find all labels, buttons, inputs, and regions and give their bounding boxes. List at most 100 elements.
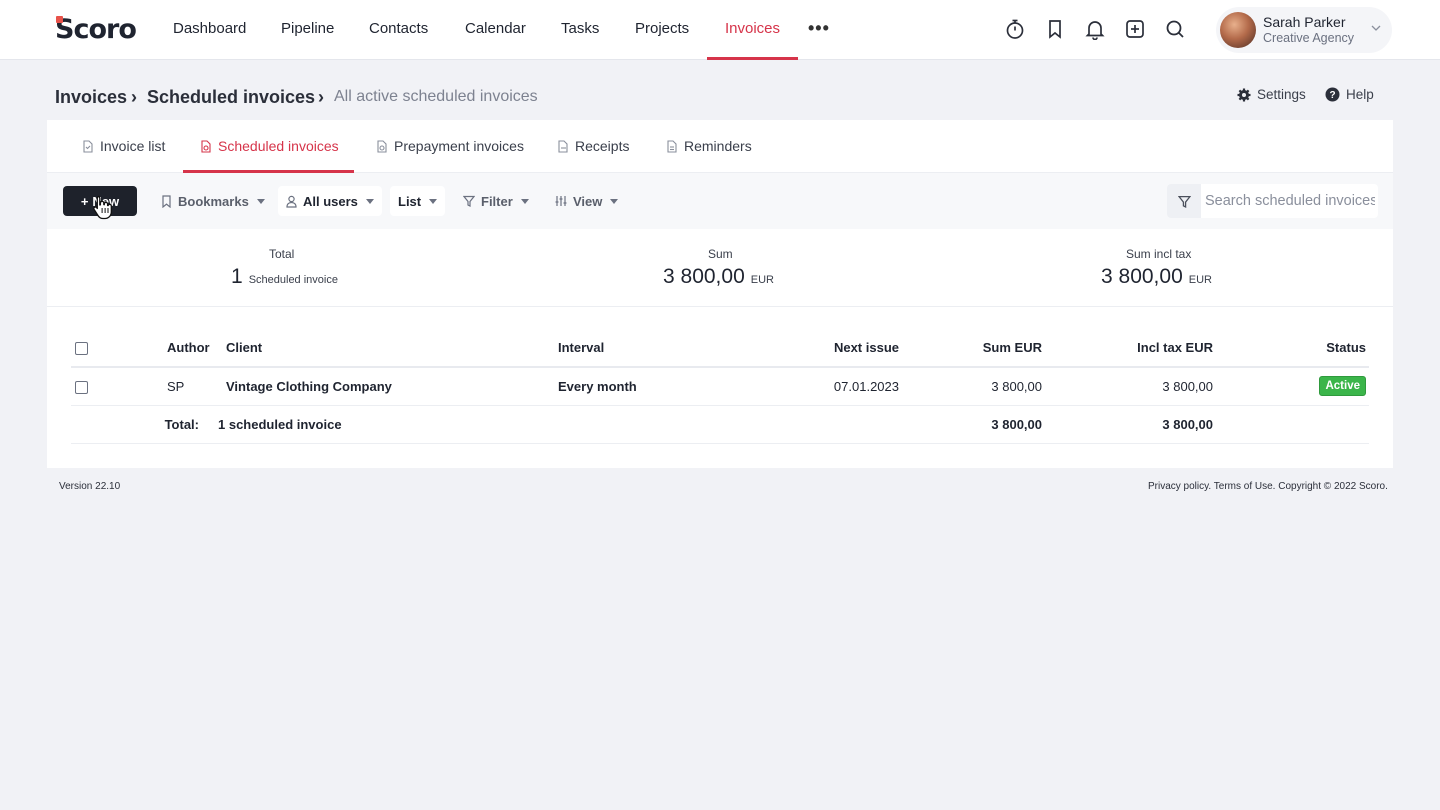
receipt-icon: [558, 139, 568, 153]
summary-sum: 3 800,00 EUR: [663, 265, 774, 289]
row-author: SP: [167, 367, 217, 406]
bookmark-icon[interactable]: [1044, 18, 1066, 40]
breadcrumb-separator: ›: [318, 87, 324, 107]
reminder-icon: [667, 139, 677, 153]
nav-tasks[interactable]: Tasks: [561, 20, 599, 37]
summary-bar: Total 1 Scheduled invoice Sum 3 800,00 E…: [47, 229, 1393, 307]
view-dropdown[interactable]: View: [547, 186, 626, 216]
tab-invoice-list[interactable]: Invoice list: [82, 138, 165, 154]
user-icon: [286, 195, 297, 208]
row-client[interactable]: Vintage Clothing Company: [217, 367, 558, 406]
breadcrumb-scheduled-invoices[interactable]: Scheduled invoices: [147, 87, 315, 108]
chevron-down-icon: [520, 198, 529, 204]
header-sum[interactable]: Sum EUR: [899, 329, 1042, 368]
chevron-down-icon: [1371, 25, 1381, 31]
tab-label: Receipts: [575, 138, 630, 154]
tab-prepayment-invoices[interactable]: Prepayment invoices: [376, 138, 524, 154]
legal-links[interactable]: Privacy policy. Terms of Use. Copyright …: [1148, 481, 1388, 492]
nav-invoices[interactable]: Invoices: [725, 20, 780, 37]
filter-icon: [463, 195, 475, 207]
summary-sum-unit: EUR: [750, 274, 774, 286]
chevron-down-icon: [256, 198, 265, 204]
hand-cursor-icon: [93, 195, 112, 220]
plus-icon: +: [80, 193, 89, 209]
bookmarks-label: Bookmarks: [178, 193, 249, 209]
tab-bar: Invoice list Scheduled invoices Prepayme…: [47, 120, 1393, 173]
summary-total-label: Total: [269, 247, 295, 261]
user-name: Sarah Parker: [1263, 14, 1346, 30]
select-all-cell: [71, 329, 117, 368]
more-menu-icon[interactable]: •••: [808, 18, 830, 39]
scoro-logo[interactable]: Scoro: [55, 14, 137, 45]
breadcrumb-invoices[interactable]: Invoices: [55, 87, 127, 108]
settings-link[interactable]: Settings: [1237, 87, 1306, 102]
total-incl-tax: 3 800,00: [1042, 405, 1213, 444]
chevron-down-icon: [429, 198, 438, 204]
help-icon: ?: [1325, 87, 1340, 102]
list-label: List: [398, 193, 422, 209]
header-status[interactable]: Status: [1213, 329, 1369, 368]
nav-projects[interactable]: Projects: [635, 20, 689, 37]
tab-label: Invoice list: [100, 138, 166, 154]
top-navigation: Scoro Dashboard Pipeline Contacts Calend…: [0, 0, 1440, 60]
settings-label: Settings: [1257, 87, 1306, 102]
chevron-down-icon: [610, 198, 619, 204]
chevron-down-icon: [365, 198, 374, 204]
header-interval[interactable]: Interval: [558, 329, 688, 368]
nav-dashboard[interactable]: Dashboard: [173, 20, 246, 37]
sliders-icon: [555, 196, 567, 206]
header-author[interactable]: Author: [167, 329, 217, 368]
row-interval: Every month: [558, 367, 688, 406]
row-sum: 3 800,00: [899, 367, 1042, 406]
summary-total-unit: Scheduled invoice: [248, 274, 338, 286]
tab-scheduled-invoices[interactable]: Scheduled invoices: [200, 138, 339, 154]
version-text: Version 22.10: [59, 481, 121, 492]
svg-text:?: ?: [1329, 90, 1335, 101]
user-menu[interactable]: Sarah Parker Creative Agency: [1216, 7, 1392, 53]
bookmarks-dropdown[interactable]: Bookmarks: [153, 186, 273, 216]
document-icon: [377, 139, 387, 153]
list-dropdown[interactable]: List: [390, 186, 446, 216]
summary-sum-tax-unit: EUR: [1188, 274, 1212, 286]
nav-active-indicator: [707, 57, 798, 60]
document-icon: [83, 139, 93, 153]
row-status-cell: Active: [1213, 367, 1369, 406]
tab-label: Reminders: [684, 138, 752, 154]
nav-pipeline[interactable]: Pipeline: [281, 20, 334, 37]
header-client[interactable]: Client: [217, 329, 558, 368]
breadcrumb-current: All active scheduled invoices: [334, 88, 538, 105]
gear-icon: [1237, 88, 1251, 101]
nav-calendar[interactable]: Calendar: [465, 20, 526, 37]
summary-total: 1 Scheduled invoice: [231, 265, 338, 289]
filter-icon: [1177, 195, 1191, 208]
users-label: All users: [303, 193, 358, 209]
toolbar: + New Bookmarks All users List Filter Vi…: [47, 173, 1393, 229]
search-box: [1167, 184, 1378, 218]
tab-receipts[interactable]: Receipts: [557, 138, 629, 154]
timer-icon[interactable]: [1004, 18, 1026, 40]
search-input[interactable]: [1205, 184, 1375, 218]
tab-reminders[interactable]: Reminders: [666, 138, 752, 154]
row-checkbox[interactable]: [75, 380, 88, 394]
scheduled-invoices-table: Author Client Interval Next issue Sum EU…: [71, 329, 1369, 444]
table-row[interactable]: SP Vintage Clothing Company Every month …: [71, 367, 1369, 406]
search-filter-button[interactable]: [1167, 184, 1201, 218]
nav-contacts[interactable]: Contacts: [369, 20, 428, 37]
add-icon[interactable]: [1124, 18, 1146, 40]
status-badge: Active: [1319, 376, 1366, 397]
select-all-checkbox[interactable]: [75, 342, 88, 356]
tab-label: Prepayment invoices: [394, 138, 524, 154]
help-link[interactable]: ? Help: [1325, 87, 1374, 102]
header-next-issue[interactable]: Next issue: [688, 329, 899, 368]
search-icon[interactable]: [1164, 18, 1186, 40]
header-incl-tax[interactable]: Incl tax EUR: [1042, 329, 1213, 368]
summary-sum-value: 3 800,00: [663, 265, 745, 288]
help-label: Help: [1346, 87, 1374, 102]
summary-total-value: 1: [231, 265, 243, 288]
total-count: 1 scheduled invoice: [217, 405, 688, 444]
summary-sum-tax-value: 3 800,00: [1101, 265, 1183, 288]
filter-dropdown[interactable]: Filter: [455, 186, 537, 216]
filter-label: Filter: [481, 193, 513, 209]
users-dropdown[interactable]: All users: [278, 186, 382, 216]
bell-icon[interactable]: [1084, 18, 1106, 41]
